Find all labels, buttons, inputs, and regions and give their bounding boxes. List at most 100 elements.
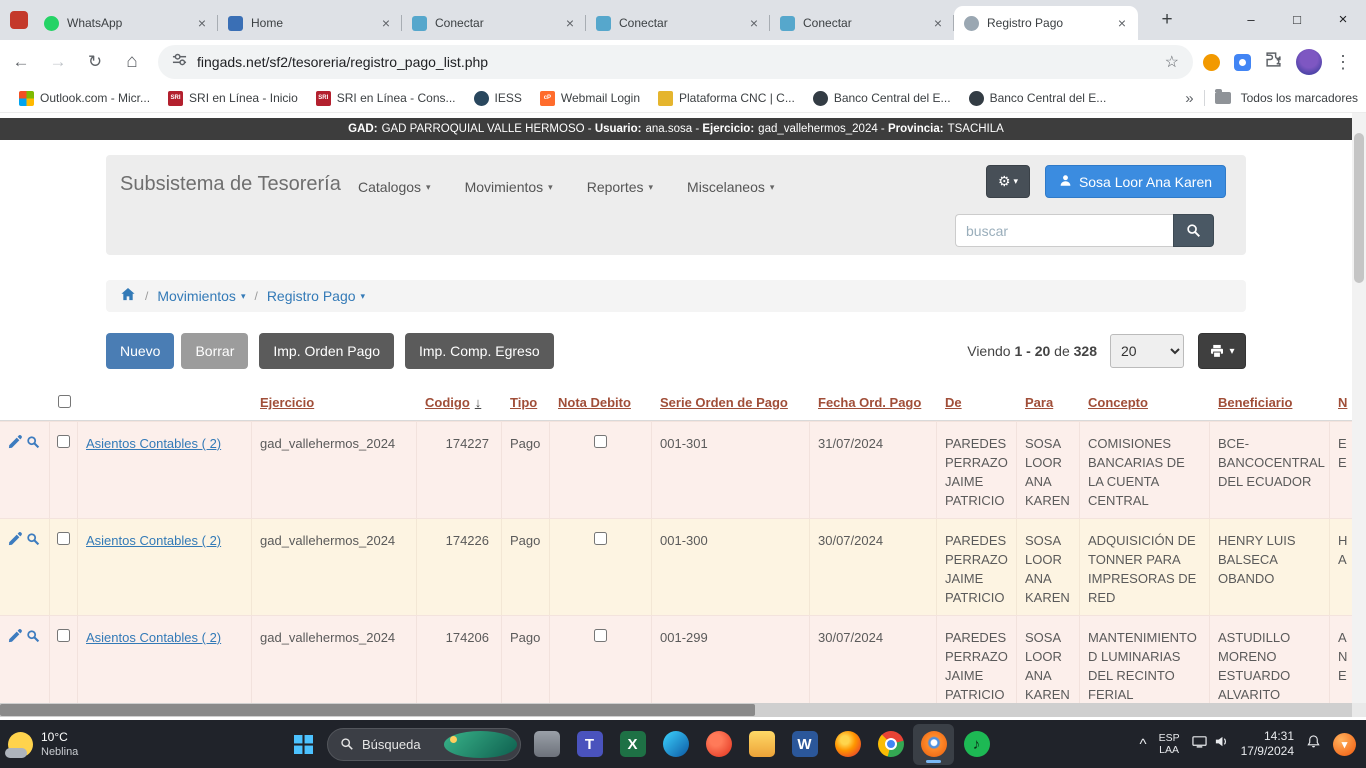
header-ejercicio[interactable]: Ejercicio [252, 385, 417, 420]
start-button[interactable] [284, 724, 322, 764]
site-info-icon[interactable] [172, 52, 187, 72]
taskbar-app-word[interactable]: W [784, 724, 825, 765]
header-tipo[interactable]: Tipo [502, 385, 550, 420]
delete-button[interactable]: Borrar [181, 333, 248, 369]
settings-gear-button[interactable]: ⚙▾ [986, 165, 1030, 198]
tab-close-icon[interactable]: × [930, 15, 946, 31]
tab-close-icon[interactable]: × [1114, 15, 1130, 31]
weather-widget[interactable]: 10°C Neblina [8, 730, 78, 759]
close-button[interactable]: × [1320, 0, 1366, 38]
extensions-puzzle-icon[interactable] [1265, 51, 1282, 73]
maximize-button[interactable]: □ [1274, 0, 1320, 38]
row-checkbox[interactable] [57, 435, 70, 448]
taskbar-app-chrome[interactable] [870, 724, 911, 765]
search-input[interactable] [955, 214, 1173, 247]
minimize-button[interactable]: – [1228, 0, 1274, 38]
horizontal-scrollbar[interactable] [0, 703, 1352, 717]
row-checkbox[interactable] [57, 629, 70, 642]
language-indicator[interactable]: ESPLAA [1159, 732, 1180, 756]
tab-close-icon[interactable]: × [746, 15, 762, 31]
breadcrumb-movimientos[interactable]: Movimientos▾ [157, 288, 245, 304]
print-orden-pago-button[interactable]: Imp. Orden Pago [259, 333, 394, 369]
row-checkbox[interactable] [57, 532, 70, 545]
tab-close-icon[interactable]: × [378, 15, 394, 31]
header-concepto[interactable]: Concepto [1080, 385, 1210, 420]
header-para[interactable]: Para [1017, 385, 1080, 420]
taskbar-app-edge[interactable] [655, 724, 696, 765]
print-comp-egreso-button[interactable]: Imp. Comp. Egreso [405, 333, 554, 369]
tab-registro-pago[interactable]: Registro Pago × [954, 6, 1138, 40]
asientos-contables-link[interactable]: Asientos Contables ( 2) [86, 533, 221, 548]
bookmark-bce-2[interactable]: Banco Central del E... [960, 88, 1116, 109]
breadcrumb-home-icon[interactable] [120, 287, 136, 305]
address-bar[interactable]: fingads.net/sf2/tesoreria/registro_pago_… [158, 45, 1193, 79]
header-beneficiario[interactable]: Beneficiario [1210, 385, 1330, 420]
edit-pencil-icon[interactable] [8, 532, 22, 609]
menu-reportes[interactable]: Reportes ▾ [587, 179, 653, 195]
tab-conectar-1[interactable]: Conectar × [402, 6, 586, 40]
nota-debito-checkbox[interactable] [594, 532, 607, 545]
select-all-checkbox[interactable] [58, 395, 71, 408]
all-bookmarks-label[interactable]: Todos los marcadores [1241, 91, 1358, 105]
taskbar-app-spotify[interactable]: ♪ [956, 724, 997, 765]
taskbar-app-firefox[interactable] [827, 724, 868, 765]
bookmark-sri-consultas[interactable]: SRI SRI en Línea - Cons... [307, 88, 465, 109]
back-icon[interactable]: ← [5, 46, 37, 78]
extension-orange-icon[interactable] [1203, 54, 1220, 71]
view-magnifier-icon[interactable] [26, 629, 40, 703]
bookmark-bce-1[interactable]: Banco Central del E... [804, 88, 960, 109]
bookmark-outlook[interactable]: Outlook.com - Micr... [10, 88, 159, 109]
taskbar-app-red[interactable] [698, 724, 739, 765]
print-button[interactable]: ▾ [1198, 333, 1246, 369]
header-fecha-orden[interactable]: Fecha Ord. Pago [810, 385, 937, 420]
clock[interactable]: 14:3117/9/2024 [1241, 729, 1294, 759]
nota-debito-checkbox[interactable] [594, 629, 607, 642]
browser-menu-icon[interactable]: ⋮ [1334, 52, 1352, 73]
view-magnifier-icon[interactable] [26, 435, 40, 512]
user-menu-button[interactable]: Sosa Loor Ana Karen [1045, 165, 1226, 198]
tray-app-badge[interactable]: ▾ [1333, 733, 1356, 756]
asientos-contables-link[interactable]: Asientos Contables ( 2) [86, 630, 221, 645]
taskbar-app-teams[interactable]: T [569, 724, 610, 765]
tab-close-icon[interactable]: × [562, 15, 578, 31]
tab-conectar-3[interactable]: Conectar × [770, 6, 954, 40]
header-de[interactable]: De [937, 385, 1017, 420]
header-codigo[interactable]: Codigo↓ [417, 385, 502, 420]
edit-pencil-icon[interactable] [8, 435, 22, 512]
taskbar-app-excel[interactable]: X [612, 724, 653, 765]
bookmarks-overflow-icon[interactable]: » [1185, 90, 1193, 107]
vertical-scrollbar-thumb[interactable] [1354, 133, 1364, 283]
search-button[interactable] [1173, 214, 1214, 247]
reload-icon[interactable]: ↻ [79, 46, 111, 78]
new-tab-button[interactable]: + [1152, 5, 1182, 35]
taskbar-search[interactable]: Búsqueda [327, 728, 521, 761]
nota-debito-checkbox[interactable] [594, 435, 607, 448]
profile-avatar[interactable] [1296, 49, 1322, 75]
tab-whatsapp[interactable]: WhatsApp × [34, 6, 218, 40]
bookmark-cnc[interactable]: Plataforma CNC | C... [649, 88, 804, 109]
tab-conectar-2[interactable]: Conectar × [586, 6, 770, 40]
home-icon[interactable]: ⌂ [116, 46, 148, 78]
horizontal-scrollbar-thumb[interactable] [0, 704, 755, 716]
forward-icon[interactable]: → [42, 46, 74, 78]
bookmark-star-icon[interactable]: ☆ [1165, 52, 1179, 72]
menu-movimientos[interactable]: Movimientos ▾ [465, 179, 553, 195]
tab-close-icon[interactable]: × [194, 15, 210, 31]
page-size-select[interactable]: 20 [1110, 334, 1184, 368]
asientos-contables-link[interactable]: Asientos Contables ( 2) [86, 436, 221, 451]
search-highlight-image[interactable] [444, 731, 518, 758]
tray-expand-icon[interactable]: ^ [1140, 736, 1147, 753]
header-nota-debito[interactable]: Nota Debito [550, 385, 652, 420]
menu-miscelaneos[interactable]: Miscelaneos ▾ [687, 179, 774, 195]
bookmark-iess[interactable]: IESS [465, 88, 531, 109]
bookmark-webmail[interactable]: cP Webmail Login [531, 88, 649, 109]
edit-pencil-icon[interactable] [8, 629, 22, 703]
network-icon[interactable] [1192, 734, 1207, 754]
taskbar-app-photos[interactable] [526, 724, 567, 765]
taskbar-app-chrome-orange[interactable] [913, 724, 954, 765]
bookmark-sri-inicio[interactable]: SRI SRI en Línea - Inicio [159, 88, 307, 109]
tab-home[interactable]: Home × [218, 6, 402, 40]
vertical-scrollbar[interactable] [1352, 113, 1366, 717]
breadcrumb-registro-pago[interactable]: Registro Pago▾ [267, 288, 365, 304]
taskbar-app-explorer[interactable] [741, 724, 782, 765]
